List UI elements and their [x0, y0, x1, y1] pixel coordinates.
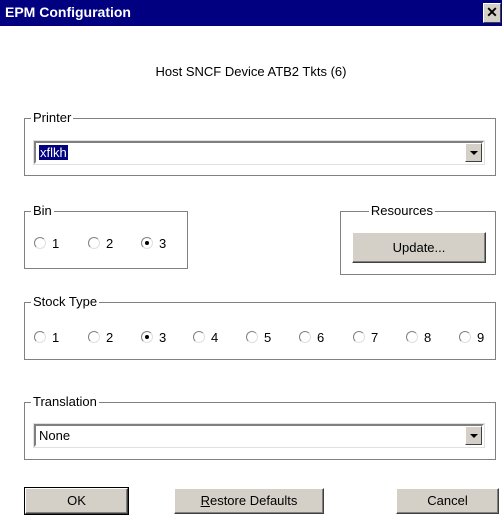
- stock-option-label: 8: [424, 330, 432, 345]
- translation-dropdown-button[interactable]: [465, 426, 482, 445]
- radio-circle-selected: [141, 331, 153, 343]
- printer-legend: Printer: [31, 110, 74, 126]
- translation-select[interactable]: None: [33, 423, 485, 448]
- restore-button-label: estore Defaults: [209, 493, 298, 508]
- stock-option-label: 4: [211, 330, 219, 345]
- radio-circle-selected: [141, 237, 153, 249]
- radio-circle: [88, 331, 100, 343]
- ok-button[interactable]: OK: [24, 487, 129, 515]
- bin-option-label: 2: [106, 236, 114, 251]
- resources-group: Resources Update...: [340, 203, 496, 275]
- bin-group: Bin 1 2 3: [24, 203, 188, 269]
- radio-circle: [246, 331, 258, 343]
- bin-option-label: 1: [52, 236, 60, 251]
- cancel-button[interactable]: Cancel: [396, 488, 499, 514]
- resources-legend: Resources: [368, 203, 435, 219]
- epm-configuration-dialog: EPM Configuration ✕ Host SNCF Device ATB…: [0, 0, 502, 531]
- stock-type-group: Stock Type 1 2 3 4 5 6 7 8 9: [24, 294, 496, 360]
- stock-option-label: 5: [264, 330, 272, 345]
- stock-option-label: 9: [477, 330, 485, 345]
- bin-legend: Bin: [31, 203, 54, 219]
- printer-group: Printer xflkh: [24, 110, 496, 176]
- cancel-button-label: Cancel: [427, 493, 468, 508]
- stock-option-label: 3: [159, 330, 167, 345]
- radio-dot-icon: [145, 241, 149, 245]
- stock-radio-5[interactable]: 5: [246, 329, 286, 347]
- stock-radio-4[interactable]: 4: [193, 329, 233, 347]
- bin-radio-2[interactable]: 2: [88, 235, 128, 253]
- translation-value: None: [39, 428, 71, 443]
- stock-radio-9[interactable]: 9: [459, 329, 495, 347]
- bin-radio-3[interactable]: 3: [141, 235, 181, 253]
- stock-type-legend: Stock Type: [31, 294, 100, 310]
- stock-option-label: 6: [317, 330, 325, 345]
- stock-radio-7[interactable]: 7: [353, 329, 393, 347]
- radio-circle: [34, 237, 46, 249]
- ok-button-label: OK: [67, 493, 86, 508]
- stock-radio-2[interactable]: 2: [88, 329, 128, 347]
- update-button-label: Update...: [392, 240, 446, 255]
- translation-legend: Translation: [31, 394, 99, 410]
- radio-circle: [193, 331, 205, 343]
- printer-value: xflkh: [39, 145, 68, 160]
- bin-radio-1[interactable]: 1: [34, 235, 74, 253]
- update-button[interactable]: Update...: [352, 232, 486, 263]
- radio-dot-icon: [145, 335, 149, 339]
- host-device-label: Host SNCF Device ATB2 Tkts (6): [155, 64, 347, 79]
- translation-group: Translation None: [24, 394, 496, 460]
- restore-mnemonic: R: [200, 493, 210, 508]
- stock-radio-1[interactable]: 1: [34, 329, 74, 347]
- printer-dropdown-button[interactable]: [465, 143, 482, 162]
- chevron-down-icon: [470, 434, 478, 438]
- chevron-down-icon: [470, 151, 478, 155]
- radio-circle: [353, 331, 365, 343]
- stock-option-label: 7: [371, 330, 379, 345]
- radio-circle: [34, 331, 46, 343]
- stock-option-label: 2: [106, 330, 114, 345]
- radio-circle: [88, 237, 100, 249]
- radio-circle: [406, 331, 418, 343]
- radio-circle: [459, 331, 471, 343]
- radio-circle: [299, 331, 311, 343]
- bin-option-label: 3: [159, 236, 167, 251]
- window-title: EPM Configuration: [5, 4, 131, 20]
- stock-radio-6[interactable]: 6: [299, 329, 339, 347]
- restore-defaults-button[interactable]: Restore Defaults: [174, 488, 324, 514]
- close-button[interactable]: ✕: [483, 3, 501, 23]
- printer-select[interactable]: xflkh: [33, 140, 485, 165]
- stock-option-label: 1: [52, 330, 60, 345]
- stock-radio-8[interactable]: 8: [406, 329, 446, 347]
- stock-radio-3[interactable]: 3: [141, 329, 181, 347]
- title-bar[interactable]: EPM Configuration ✕: [0, 0, 502, 26]
- close-icon: ✕: [486, 4, 498, 20]
